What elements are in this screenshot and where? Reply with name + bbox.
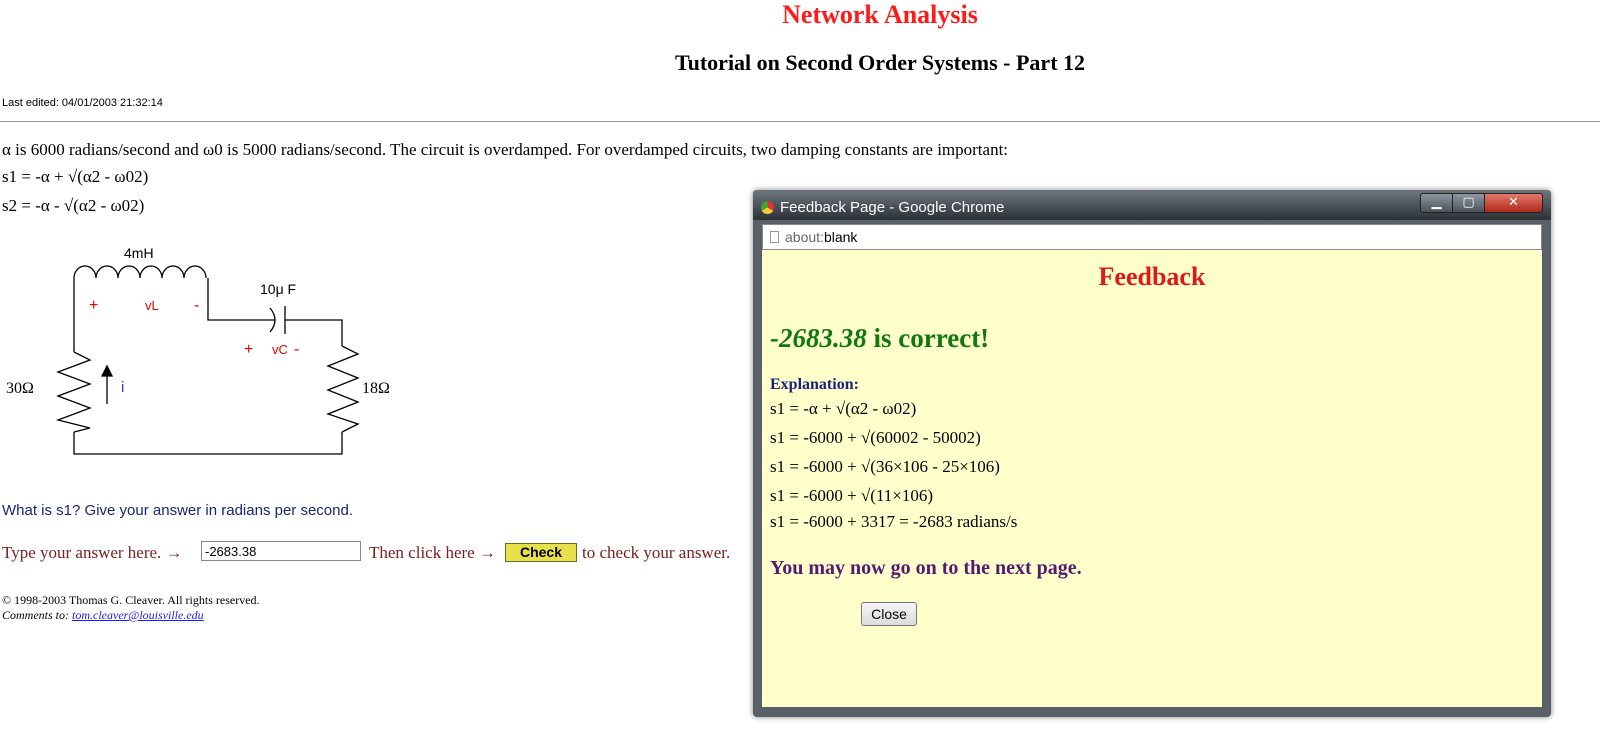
vl-plus: + (89, 297, 98, 314)
left-resistor-label: 30Ω (6, 380, 34, 397)
s2-formula: s2 = -α - √(α2 - ω02) (2, 196, 145, 215)
divider (0, 121, 1600, 122)
current-arrow-head (100, 364, 114, 377)
capacitor-label: 10μ F (260, 281, 296, 297)
resistor-left (55, 351, 92, 433)
correct-text: is correct! (873, 323, 990, 353)
comments-email-link[interactable]: tom.cleaver@louisville.edu (72, 608, 204, 622)
url-rest: blank (823, 229, 858, 245)
url-scheme: about: (785, 229, 824, 245)
next-page-message: You may now go on to the next page. (770, 557, 1082, 579)
vc-minus: - (294, 341, 299, 358)
close-icon: ✕ (1508, 195, 1519, 210)
chrome-icon (761, 201, 774, 214)
check-button[interactable]: Check (505, 543, 577, 562)
explanation-step-3: s1 = -6000 + √(36×106 - 25×106) (770, 457, 1000, 476)
page-icon (770, 231, 779, 243)
comments: Comments to: tom.cleaver@louisville.edu (2, 608, 204, 623)
current-label: i (121, 379, 124, 396)
answer-input[interactable] (201, 541, 361, 561)
inductor (73, 265, 207, 279)
copyright: © 1998-2003 Thomas G. Cleaver. All right… (2, 593, 260, 607)
correct-message: -2683.38 is correct! (770, 323, 989, 354)
wire-bottom (73, 432, 343, 455)
after-check-text: to check your answer. (582, 543, 731, 562)
page-subtitle: Tutorial on Second Order Systems - Part … (674, 50, 1086, 75)
popup-content: Feedback -2683.38 is correct! Explanatio… (762, 250, 1542, 707)
explanation-step-5: s1 = -6000 + 3317 = -2683 radians/s (770, 512, 1018, 531)
answer-row: Type your answer here. → Then click here… (2, 541, 730, 563)
popup-window-title: Feedback Page - Google Chrome (780, 199, 1005, 216)
intro-text: α is 6000 radians/second and ω0 is 5000 … (2, 140, 1009, 159)
vl-label: vL (145, 298, 159, 313)
resistor-right (326, 345, 360, 433)
feedback-popup-window: Feedback Page - Google Chrome ▁ ▢ ✕ abou… (753, 190, 1551, 717)
vc-label: vC (272, 342, 288, 357)
inductor-label: 4mH (124, 245, 154, 261)
correct-answer-value: -2683.38 (770, 323, 867, 353)
close-button[interactable]: Close (861, 602, 917, 626)
window-close-button[interactable]: ✕ (1484, 193, 1543, 213)
then-click-text: Then click here → (369, 543, 496, 562)
answer-prompt: Type your answer here. → (2, 543, 183, 562)
explanation-step-1: s1 = -α + √(α2 - ω02) (770, 399, 917, 418)
question-text: What is s1? Give your answer in radians … (2, 502, 353, 519)
s1-formula: s1 = -α + √(α2 - ω02) (2, 167, 149, 186)
feedback-heading: Feedback (1098, 262, 1206, 291)
vc-plus: + (244, 341, 253, 358)
right-resistor-label: 18Ω (362, 380, 390, 397)
url-bar[interactable]: about:blank (762, 224, 1542, 250)
last-edited: Last edited: 04/01/2003 21:32:14 (2, 97, 163, 109)
vl-minus: - (194, 297, 199, 314)
maximize-icon: ▢ (1462, 195, 1475, 210)
minimize-icon: ▁ (1431, 195, 1442, 210)
popup-titlebar[interactable]: Feedback Page - Google Chrome ▁ ▢ ✕ (753, 190, 1551, 220)
circuit-diagram: 4mH 10μ F 30Ω 18Ω + vL - + vC - i (6, 245, 390, 455)
explanation-label: Explanation: (770, 376, 859, 393)
comments-label: Comments to: (2, 608, 69, 622)
url-text: about:blank (785, 229, 857, 245)
minimize-button[interactable]: ▁ (1420, 193, 1453, 213)
page-title: Network Analysis (782, 0, 978, 29)
maximize-button[interactable]: ▢ (1452, 193, 1485, 213)
explanation-step-4: s1 = -6000 + √(11×106) (770, 486, 934, 505)
explanation-step-2: s1 = -6000 + √(60002 - 50002) (770, 428, 981, 447)
